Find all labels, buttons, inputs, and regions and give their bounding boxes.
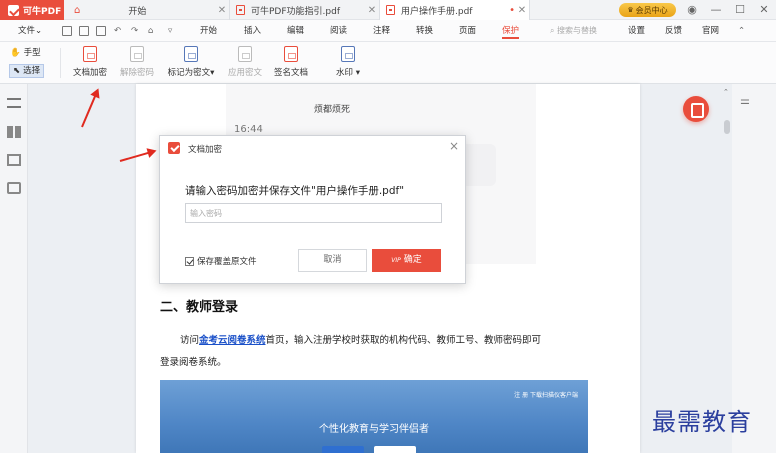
right-sidebar: ⚌ — [732, 84, 776, 453]
dialog-prompt: 请输入密码加密并保存文件"用户操作手册.pdf" — [185, 185, 405, 197]
menu-convert[interactable]: 转换 — [416, 20, 433, 42]
remove-password-button[interactable]: 解除密码 — [118, 46, 156, 82]
tab-start[interactable]: ⌂ 开始 ✕ — [64, 0, 230, 20]
member-center-button[interactable]: ♛ 会员中心 — [619, 3, 676, 17]
body-paragraph-line2: 登录阅卷系统。 — [160, 357, 227, 368]
chat-contact-name: 烦都烦死 — [314, 105, 351, 115]
hand-icon: ✋ — [10, 48, 21, 58]
watermark-icon — [341, 46, 355, 62]
open-icon[interactable] — [62, 26, 72, 36]
checkbox-checked[interactable] — [185, 256, 194, 266]
watermark-button[interactable]: 水印 ▾ — [330, 46, 366, 82]
member-label: 会员中心 — [635, 5, 668, 15]
hand-tool[interactable]: ✋ 手型 — [10, 46, 41, 60]
collapse-ribbon-icon[interactable]: ⌃ — [738, 20, 745, 42]
web-button-primary — [322, 446, 364, 453]
mark-redaction-button[interactable]: 标记为密文▾ — [165, 46, 217, 82]
menu-start[interactable]: 开始 — [200, 20, 217, 42]
cancel-button[interactable]: 取消 — [298, 249, 367, 272]
tab-user-manual-pdf[interactable]: 用户操作手册.pdf • ✕ — [380, 0, 530, 20]
scroll-thumb[interactable] — [724, 120, 730, 134]
sign-document-button[interactable]: 签名文档 — [272, 46, 310, 82]
close-tab-icon[interactable]: ✕ — [215, 5, 229, 16]
menu-edit[interactable]: 编辑 — [287, 20, 304, 42]
left-sidebar — [0, 84, 28, 453]
confirm-button[interactable]: VIP 确定 — [372, 249, 441, 272]
menu-insert[interactable]: 插入 — [244, 20, 261, 42]
floating-tool-button[interactable] — [683, 96, 709, 122]
divider — [60, 48, 61, 78]
menu-read[interactable]: 阅读 — [330, 20, 347, 42]
dialog-title: 文档加密 — [188, 145, 223, 155]
app-logo-icon — [8, 4, 19, 16]
search-icon: ⌕ — [550, 26, 555, 35]
save-icon[interactable] — [79, 26, 89, 36]
redact-mark-icon — [184, 46, 198, 62]
tab-label: 用户操作手册.pdf — [401, 6, 473, 17]
minimize-button[interactable]: — — [704, 0, 728, 20]
vip-tag: VIP — [391, 257, 401, 264]
overwrite-label: 保存覆盖原文件 — [197, 257, 257, 267]
chat-time: 16:44 — [234, 124, 263, 135]
skin-icon[interactable]: ◉ — [680, 0, 704, 20]
menu-file[interactable]: 文件⌄ — [18, 20, 42, 42]
apply-redaction-button[interactable]: 应用密文 — [226, 46, 264, 82]
tab-guide-pdf[interactable]: 可牛PDF功能指引.pdf ✕ — [230, 0, 380, 20]
search-replace[interactable]: ⌕ 搜索与替换 — [550, 24, 616, 38]
title-bar: 可牛PDF ⌂ 开始 ✕ 可牛PDF功能指引.pdf ✕ 用户操作手册.pdf … — [0, 0, 776, 20]
menu-feedback[interactable]: 反馈 — [665, 20, 682, 42]
close-tab-icon[interactable]: ✕ — [365, 5, 379, 16]
body-paragraph: 访问金考云阅卷系统首页，输入注册学校时获取的机构代码、教师工号、教师密码即可 — [180, 335, 542, 346]
web-nav: 注 册 下载扫描仪客户端 — [514, 392, 578, 399]
ribbon-toolbar: ✋ 手型 ⬉ 选择 文档加密 解除密码 标记为密文▾ 应用密文 签名文档 水印 … — [0, 42, 776, 84]
app-logo-icon — [168, 142, 180, 154]
apply-redact-icon — [238, 46, 252, 62]
print-icon[interactable] — [96, 26, 106, 36]
section-heading: 二、教师登录 — [160, 300, 239, 315]
home-page-icon[interactable]: ⌂ — [148, 20, 153, 42]
annotations-icon[interactable] — [7, 154, 21, 166]
select-tool[interactable]: ⬉ 选择 — [9, 64, 45, 78]
close-icon[interactable]: × — [449, 139, 459, 153]
vertical-scrollbar[interactable]: ⌃ — [722, 84, 732, 453]
close-window-button[interactable]: ✕ — [752, 0, 776, 20]
encrypt-document-button[interactable]: 文档加密 — [72, 46, 108, 82]
tab-label: 开始 — [128, 6, 147, 17]
app-name: 可牛PDF — [23, 6, 62, 17]
menu-bar: 文件⌄ ↶ ↷ ⌂ ▿ 开始 插入 编辑 阅读 注释 转换 页面 保护 ⌕ 搜索… — [0, 20, 776, 42]
system-link[interactable]: 金考云阅卷系统 — [199, 335, 266, 346]
signature-icon — [284, 46, 298, 62]
vip-crown-icon: ♛ — [627, 6, 634, 14]
menu-protect[interactable]: 保护 — [502, 20, 520, 42]
undo-icon[interactable]: ↶ — [114, 20, 121, 42]
menu-annotate[interactable]: 注释 — [373, 20, 390, 42]
unlock-document-icon — [130, 46, 144, 62]
close-tab-icon[interactable]: ✕ — [515, 5, 529, 16]
menu-page[interactable]: 页面 — [459, 20, 476, 42]
web-banner-title: 个性化教育与学习伴侣者 — [319, 424, 429, 435]
annotation-arrow — [81, 89, 99, 128]
pdf-file-icon — [236, 5, 245, 15]
outline-icon[interactable] — [7, 98, 21, 108]
redo-icon[interactable]: ↷ — [131, 20, 138, 42]
watermark-text: 最需教育 — [652, 408, 752, 436]
website-screenshot: 注 册 下载扫描仪客户端 个性化教育与学习伴侣者 — [160, 380, 588, 453]
search-panel-icon[interactable] — [7, 182, 21, 194]
menu-website[interactable]: 官网 — [702, 20, 719, 42]
encrypt-dialog: 文档加密 × 请输入密码加密并保存文件"用户操作手册.pdf" 保存覆盖原文件 … — [159, 135, 466, 284]
scroll-up-icon[interactable]: ⌃ — [723, 88, 729, 96]
web-button-secondary — [374, 446, 416, 453]
cursor-icon: ⬉ — [13, 66, 21, 76]
lock-document-icon — [83, 46, 97, 62]
password-input[interactable] — [185, 203, 442, 223]
maximize-button[interactable]: ☐ — [728, 0, 752, 20]
thumbnails-icon[interactable] — [7, 126, 21, 138]
pdf-file-icon — [386, 5, 395, 15]
overwrite-checkbox[interactable]: 保存覆盖原文件 — [185, 255, 257, 267]
quick-access-dropdown-icon[interactable]: ▿ — [168, 20, 172, 42]
properties-icon[interactable]: ⚌ — [740, 94, 750, 107]
tab-label: 可牛PDF功能指引.pdf — [251, 6, 340, 17]
menu-settings[interactable]: 设置 — [628, 20, 645, 42]
app-tab[interactable]: 可牛PDF — [0, 0, 64, 20]
